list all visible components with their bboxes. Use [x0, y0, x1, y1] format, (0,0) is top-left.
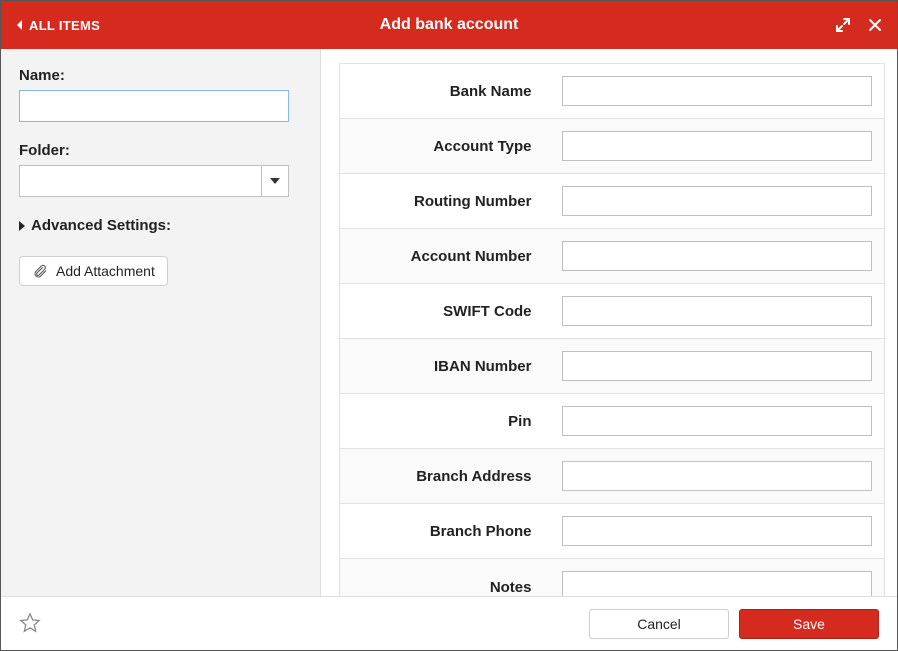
field-cell — [550, 339, 885, 394]
add-attachment-label: Add Attachment — [56, 263, 155, 279]
dialog-title: Add bank account — [380, 16, 519, 34]
folder-combo — [19, 165, 289, 197]
field-label: Bank Name — [340, 64, 550, 119]
chevron-left-icon — [15, 19, 23, 31]
field-input[interactable] — [562, 461, 873, 491]
chevron-down-icon — [270, 178, 280, 184]
field-label: Pin — [340, 394, 550, 449]
footer: Cancel Save — [1, 596, 897, 650]
form-table: Bank NameAccount TypeRouting NumberAccou… — [339, 63, 885, 596]
name-section: Name: — [19, 67, 302, 122]
field-cell — [550, 174, 885, 229]
form-row: Routing Number — [340, 174, 885, 229]
favorite-button[interactable] — [19, 612, 43, 636]
field-input[interactable] — [562, 351, 873, 381]
cancel-button[interactable]: Cancel — [589, 609, 729, 639]
folder-dropdown-button[interactable] — [261, 165, 289, 197]
form-row: SWIFT Code — [340, 284, 885, 339]
field-cell — [550, 449, 885, 504]
form-row: Account Number — [340, 229, 885, 284]
form-row: IBAN Number — [340, 339, 885, 394]
field-label: Account Type — [340, 119, 550, 174]
sidebar: Name: Folder: Advanced Settings: Add Att… — [1, 49, 321, 596]
field-input[interactable] — [562, 571, 873, 596]
field-input[interactable] — [562, 131, 873, 161]
form-row: Bank Name — [340, 64, 885, 119]
form-row: Branch Phone — [340, 504, 885, 559]
folder-section: Folder: — [19, 142, 302, 197]
dialog-body: Name: Folder: Advanced Settings: Add Att… — [1, 49, 897, 596]
titlebar: ALL ITEMS Add bank account — [1, 1, 897, 49]
field-cell — [550, 504, 885, 559]
form-row: Account Type — [340, 119, 885, 174]
field-label: Routing Number — [340, 174, 550, 229]
name-input[interactable] — [19, 90, 289, 122]
field-cell — [550, 119, 885, 174]
field-label: Notes — [340, 559, 550, 597]
field-input[interactable] — [562, 516, 873, 546]
field-input[interactable] — [562, 406, 873, 436]
field-input[interactable] — [562, 76, 873, 106]
form-scroll-area[interactable]: Bank NameAccount TypeRouting NumberAccou… — [321, 49, 897, 596]
add-bank-account-dialog: ALL ITEMS Add bank account Name: Folder: — [0, 0, 898, 651]
folder-input[interactable] — [19, 165, 261, 197]
field-cell — [550, 229, 885, 284]
chevron-right-icon — [19, 221, 25, 231]
add-attachment-button[interactable]: Add Attachment — [19, 256, 168, 286]
field-input[interactable] — [562, 186, 873, 216]
field-cell — [550, 559, 885, 597]
name-label: Name: — [19, 67, 302, 84]
form-row: Branch Address — [340, 449, 885, 504]
paperclip-icon — [32, 263, 48, 279]
folder-label: Folder: — [19, 142, 302, 159]
field-label: Account Number — [340, 229, 550, 284]
star-icon — [19, 612, 41, 634]
field-cell — [550, 64, 885, 119]
back-all-items[interactable]: ALL ITEMS — [15, 18, 100, 33]
form-row: Notes — [340, 559, 885, 597]
title-actions — [835, 17, 883, 33]
field-cell — [550, 394, 885, 449]
back-label: ALL ITEMS — [29, 18, 100, 33]
field-label: IBAN Number — [340, 339, 550, 394]
advanced-settings-label: Advanced Settings: — [31, 217, 171, 234]
field-input[interactable] — [562, 241, 873, 271]
advanced-settings-toggle[interactable]: Advanced Settings: — [19, 217, 302, 234]
field-label: Branch Address — [340, 449, 550, 504]
form-row: Pin — [340, 394, 885, 449]
close-icon[interactable] — [867, 17, 883, 33]
field-cell — [550, 284, 885, 339]
save-button[interactable]: Save — [739, 609, 879, 639]
field-label: SWIFT Code — [340, 284, 550, 339]
field-label: Branch Phone — [340, 504, 550, 559]
field-input[interactable] — [562, 296, 873, 326]
expand-icon[interactable] — [835, 17, 851, 33]
